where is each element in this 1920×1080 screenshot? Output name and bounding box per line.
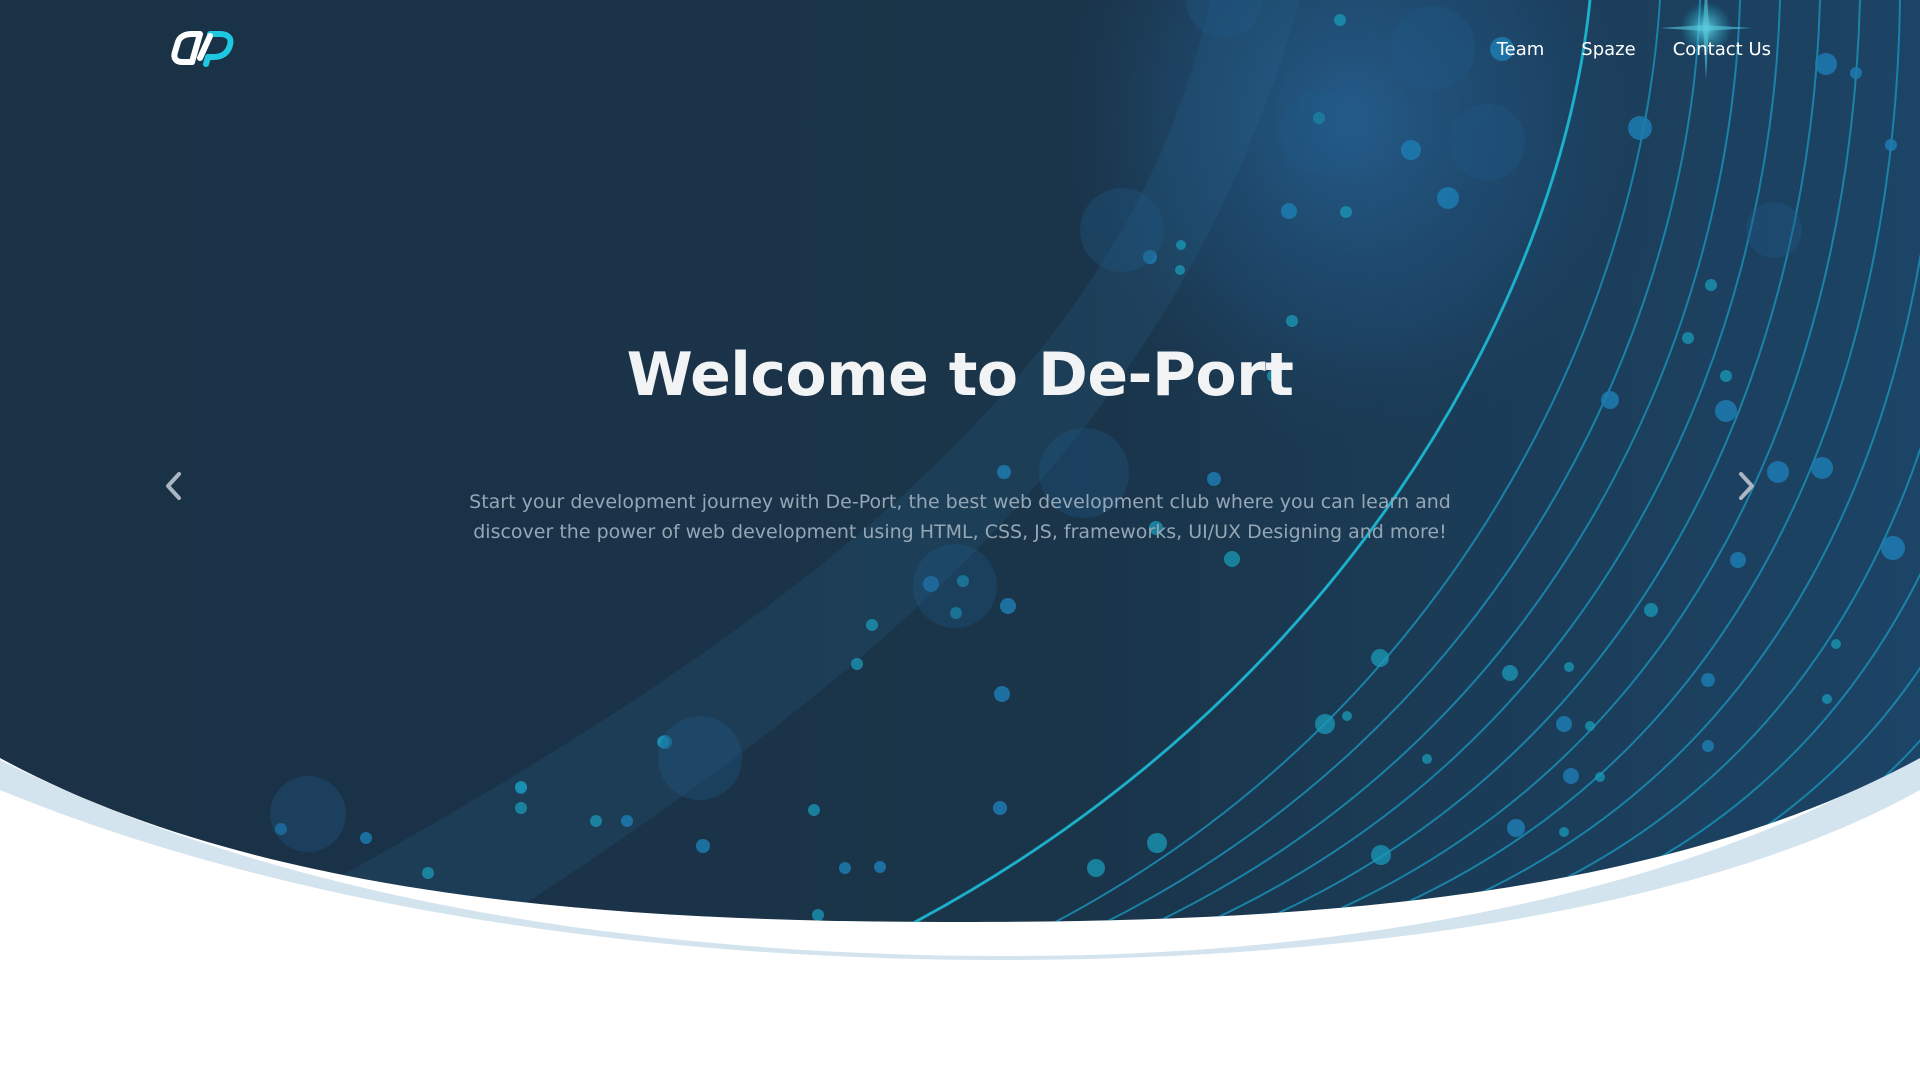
page: Team Spaze Contact Us Welcome to De-Port… bbox=[0, 0, 1920, 1080]
hero-description: Start your development journey with De-P… bbox=[469, 491, 1451, 543]
hero-title: Welcome to De-Port bbox=[626, 340, 1294, 410]
site-header: Team Spaze Contact Us bbox=[0, 0, 1920, 100]
chevron-right-icon bbox=[1739, 472, 1754, 500]
carousel-prev-button[interactable] bbox=[154, 466, 194, 506]
hero-section: Team Spaze Contact Us Welcome to De-Port… bbox=[0, 0, 1920, 1080]
main-nav: Team Spaze Contact Us bbox=[1497, 36, 1771, 64]
carousel-next-button[interactable] bbox=[1726, 466, 1766, 506]
nav-team[interactable]: Team bbox=[1497, 36, 1545, 64]
nav-contact-us[interactable]: Contact Us bbox=[1673, 36, 1771, 64]
nav-spaze[interactable]: Spaze bbox=[1581, 36, 1635, 64]
de-port-logo-icon[interactable] bbox=[170, 28, 250, 68]
chevron-left-icon bbox=[166, 472, 181, 500]
